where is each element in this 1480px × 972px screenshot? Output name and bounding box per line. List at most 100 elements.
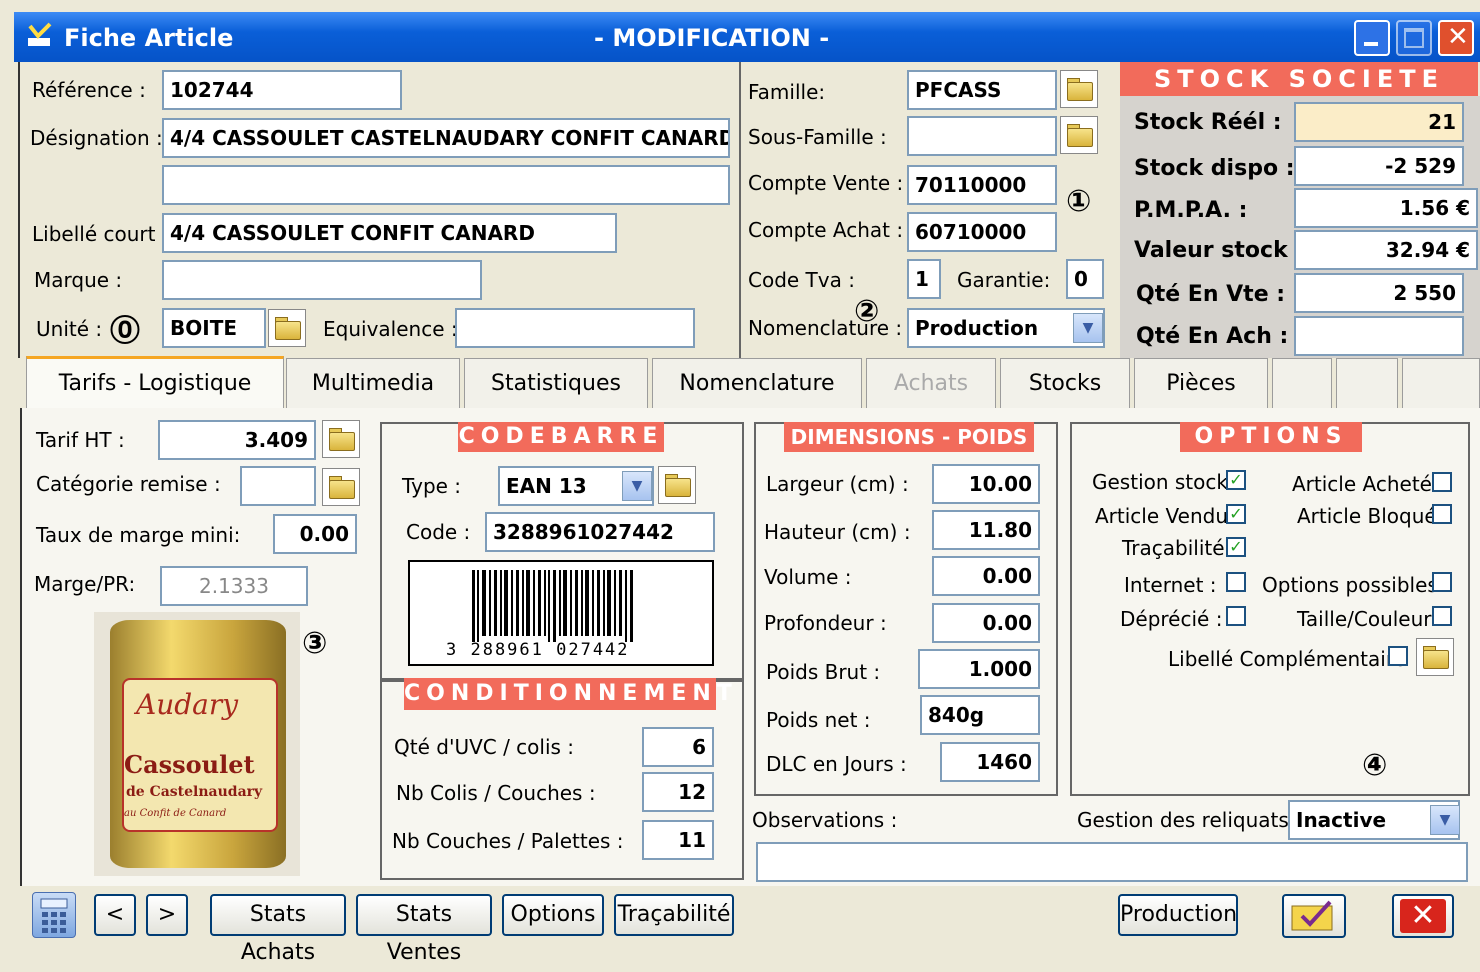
volume-field[interactable]: 0.00 [932, 556, 1040, 596]
app-icon [26, 22, 54, 50]
uvc-field[interactable]: 6 [642, 727, 714, 767]
unite-field[interactable]: BOITE [162, 308, 266, 348]
categorie-folder-icon[interactable] [322, 468, 360, 506]
valeur-stock-label: Valeur stock : [1134, 238, 1305, 263]
minimize-button[interactable] [1354, 20, 1390, 56]
code-tva-field[interactable]: 1 [907, 259, 941, 299]
deprecie-checkbox[interactable] [1226, 606, 1246, 626]
sous-famille-field[interactable] [907, 116, 1057, 156]
poids-net-field[interactable]: 840g [920, 695, 1040, 735]
tab-achats[interactable]: Achats [866, 358, 996, 409]
libelle-complementaire-checkbox[interactable] [1388, 646, 1408, 666]
designation-field[interactable]: 4/4 CASSOULET CASTELNAUDARY CONFIT CANAR… [162, 118, 730, 158]
taille-couleur-checkbox[interactable] [1432, 606, 1452, 626]
tab-empty-1[interactable] [1272, 358, 1332, 409]
compte-vente-field[interactable]: 70110000 [907, 165, 1057, 205]
validate-button[interactable] [1282, 894, 1346, 938]
tab-pieces[interactable]: Pièces [1134, 358, 1268, 409]
barcode-digits: 3 288961 027442 [446, 640, 630, 660]
tab-nomenclature[interactable]: Nomenclature [652, 358, 862, 409]
barcode-code-field[interactable]: 3288961027442 [485, 512, 715, 552]
tracabilite-label: Traçabilité [1122, 536, 1225, 560]
next-button[interactable]: > [146, 894, 188, 936]
tracabilite-checkbox[interactable]: ✓ [1226, 537, 1246, 557]
poids-net-label: Poids net : [766, 708, 871, 732]
stock-dispo-field: -2 529 [1294, 146, 1464, 186]
famille-field[interactable]: PFCASS [907, 70, 1057, 110]
article-bloque-checkbox[interactable] [1432, 504, 1452, 524]
marker-3: ③ [302, 626, 328, 661]
tab-tarifs-logistique[interactable]: Tarifs - Logistique [26, 356, 284, 413]
stats-ventes-button[interactable]: Stats Ventes [356, 894, 492, 965]
colis-field[interactable]: 12 [642, 772, 714, 812]
compte-achat-field[interactable]: 60710000 [907, 212, 1057, 252]
designation2-field[interactable] [162, 165, 730, 205]
poids-brut-label: Poids Brut : [766, 660, 881, 684]
tab-empty-2[interactable] [1336, 358, 1398, 409]
uvc-label: Qté d'UVC / colis : [394, 735, 575, 759]
sous-famille-folder-icon[interactable] [1060, 116, 1098, 154]
barcode-image: 3 288961 027442 [408, 560, 714, 666]
categorie-remise-field[interactable] [240, 466, 316, 506]
dlc-field[interactable]: 1460 [940, 742, 1040, 782]
famille-folder-icon[interactable] [1060, 70, 1098, 108]
tarif-folder-icon[interactable] [322, 420, 360, 458]
can-origin: de Castelnaudary [126, 784, 263, 800]
profondeur-label: Profondeur : [764, 611, 887, 635]
tarif-ht-field[interactable]: 3.409 [158, 420, 316, 460]
tab-empty-3[interactable] [1402, 358, 1480, 409]
qte-ach-label: Qté En Ach : [1136, 324, 1289, 349]
unite-folder-icon[interactable] [268, 309, 306, 347]
designation-label: Désignation : [30, 126, 163, 150]
title-bar: Fiche Article - MODIFICATION - ✕ [14, 12, 1480, 62]
profondeur-field[interactable]: 0.00 [932, 603, 1040, 643]
libelle-complementaire-label: Libellé Complémentaire [1168, 647, 1406, 671]
close-window-button[interactable]: ✕ [1438, 20, 1474, 56]
taux-marge-field[interactable]: 0.00 [273, 514, 357, 554]
stats-achats-button[interactable]: Stats Achats [210, 894, 346, 965]
stock-reel-label: Stock Réél : [1134, 110, 1282, 135]
chevron-down-icon[interactable]: ▼ [1430, 805, 1460, 835]
article-achete-checkbox[interactable] [1432, 472, 1452, 492]
cancel-button[interactable]: ✕ [1392, 894, 1454, 938]
chevron-down-icon[interactable]: ▼ [1073, 313, 1103, 343]
maximize-button[interactable] [1396, 20, 1432, 56]
marque-field[interactable] [162, 260, 482, 300]
unite-label: Unité : [36, 317, 103, 341]
tab-multimedia[interactable]: Multimedia [286, 358, 460, 409]
tab-stocks[interactable]: Stocks [1000, 358, 1130, 409]
barcode-code-label: Code : [406, 520, 471, 544]
libelle-folder-icon[interactable] [1416, 638, 1454, 676]
production-button[interactable]: Production [1118, 894, 1238, 936]
reliquats-label: Gestion des reliquats : [1077, 808, 1302, 832]
observations-label: Observations : [752, 808, 898, 832]
categorie-remise-label: Catégorie remise : [36, 472, 221, 496]
chevron-down-icon[interactable]: ▼ [622, 471, 652, 501]
taille-couleur-label: Taille/Couleur [1297, 607, 1432, 631]
equivalence-label: Equivalence : [323, 317, 458, 341]
largeur-field[interactable]: 10.00 [932, 464, 1040, 504]
couches-field[interactable]: 11 [642, 820, 714, 860]
article-vendu-checkbox[interactable]: ✓ [1226, 504, 1246, 524]
internet-checkbox[interactable] [1226, 572, 1246, 592]
tab-statistiques[interactable]: Statistiques [464, 358, 648, 409]
options-possibles-checkbox[interactable] [1432, 572, 1452, 592]
equivalence-field[interactable] [455, 308, 695, 348]
barcode-folder-icon[interactable] [658, 466, 696, 504]
window-title: Fiche Article [64, 24, 234, 52]
previous-button[interactable]: < [94, 894, 136, 936]
product-image: Audary Cassoulet de Castelnaudary au Con… [94, 612, 300, 876]
tracabilite-button[interactable]: Traçabilité [614, 894, 734, 936]
article-bloque-label: Article Bloqué [1297, 504, 1437, 528]
codebarre-header: CODEBARRE [458, 422, 664, 452]
libelle-court-field[interactable]: 4/4 CASSOULET CONFIT CANARD [162, 213, 617, 253]
calculator-icon[interactable] [32, 892, 76, 938]
hauteur-field[interactable]: 11.80 [932, 510, 1040, 550]
reference-field[interactable]: 102744 [162, 70, 402, 110]
options-button[interactable]: Options [502, 894, 604, 936]
observations-field[interactable] [756, 842, 1468, 882]
poids-brut-field[interactable]: 1.000 [918, 649, 1040, 689]
garantie-field[interactable]: 0 [1066, 259, 1104, 299]
marker-4: ④ [1362, 748, 1388, 783]
gestion-stock-checkbox[interactable]: ✓ [1226, 470, 1246, 490]
